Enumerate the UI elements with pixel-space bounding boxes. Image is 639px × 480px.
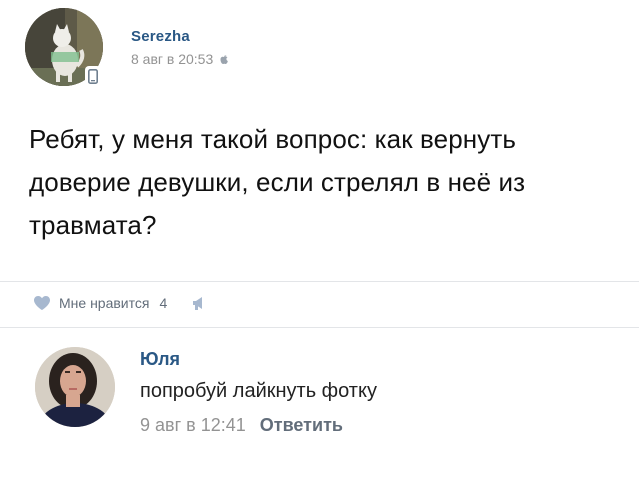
comment-date[interactable]: 9 авг в 12:41 [140, 415, 246, 436]
comment: Юля попробуй лайкнуть фотку 9 авг в 12:4… [35, 347, 625, 447]
post-header: Serezha 8 авг в 20:53 [25, 8, 585, 98]
heart-icon[interactable] [33, 295, 51, 311]
divider-bottom [0, 327, 639, 328]
reply-link[interactable]: Ответить [260, 415, 343, 436]
post-meta: 8 авг в 20:53 [131, 51, 229, 67]
apple-icon [220, 55, 229, 64]
commenter-name[interactable]: Юля [140, 349, 377, 370]
author-avatar-wrap[interactable] [25, 8, 103, 86]
post-card: Serezha 8 авг в 20:53 Ребят, у меня тако… [0, 0, 639, 480]
comment-footer: 9 авг в 12:41 Ответить [140, 415, 377, 436]
megaphone-icon[interactable] [191, 295, 211, 311]
post-text: Ребят, у меня такой вопрос: как вернуть … [29, 124, 526, 240]
divider-top [0, 281, 639, 282]
post-date[interactable]: 8 авг в 20:53 [131, 51, 213, 67]
commenter-avatar[interactable] [35, 347, 115, 427]
author-block: Serezha 8 авг в 20:53 [131, 28, 229, 67]
woman-photo-avatar [35, 347, 115, 427]
mobile-phone-icon [88, 68, 98, 84]
comment-text: попробуй лайкнуть фотку [140, 380, 377, 402]
post-actions: Мне нравится 4 [33, 295, 211, 311]
like-count: 4 [159, 295, 168, 311]
like-label[interactable]: Мне нравится [59, 295, 149, 311]
author-name[interactable]: Serezha [131, 28, 229, 45]
comment-body: Юля попробуй лайкнуть фотку 9 авг в 12:4… [140, 349, 377, 436]
mobile-badge [85, 66, 101, 86]
